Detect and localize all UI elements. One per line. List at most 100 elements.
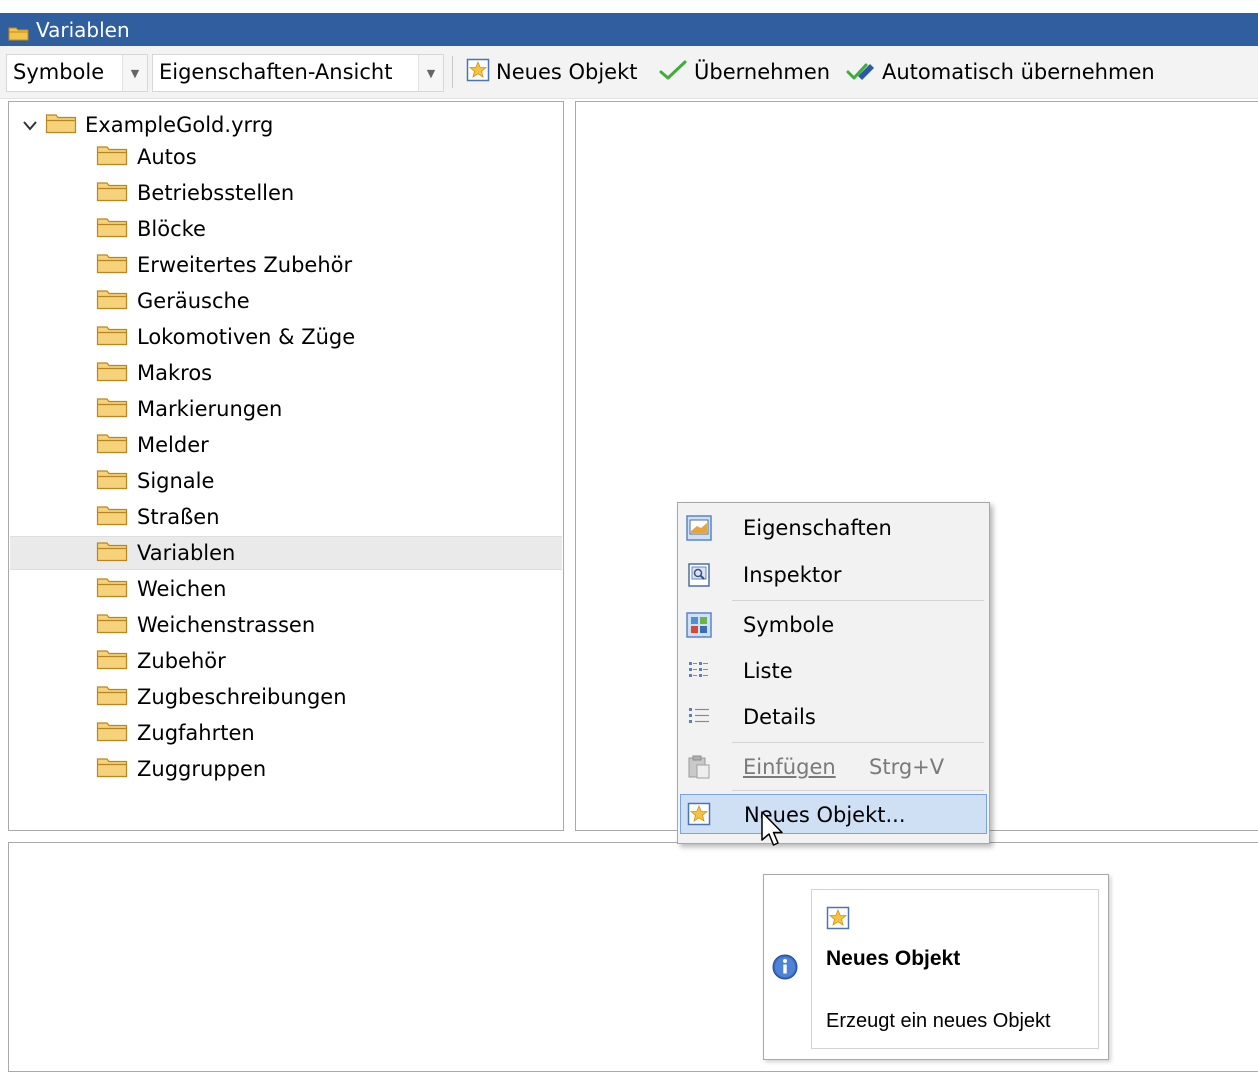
tree-item-bloecke[interactable]: Blöcke xyxy=(10,212,562,246)
tree-pane: ExampleGold.yrrg Autos Betriebsstellen B… xyxy=(8,101,564,831)
folder-icon xyxy=(96,288,128,315)
tree-item-zugbeschreibungen[interactable]: Zugbeschreibungen xyxy=(10,680,562,714)
auto-apply-label: Automatisch übernehmen xyxy=(882,60,1155,84)
menu-item-shortcut: Strg+V xyxy=(869,755,945,779)
menu-item-label: Details xyxy=(743,705,816,729)
chevron-down-icon[interactable]: ▼ xyxy=(122,55,147,91)
tree-item-label: Blöcke xyxy=(137,217,206,241)
tree-item-label: Erweitertes Zubehör xyxy=(137,253,353,277)
tree-item-label: Markierungen xyxy=(137,397,283,421)
tree-item-label: Variablen xyxy=(137,541,236,565)
window-title: Variablen xyxy=(36,18,130,42)
properties-icon xyxy=(686,515,712,541)
folder-icon xyxy=(96,144,128,171)
chevron-down-icon[interactable] xyxy=(23,116,45,135)
toolbar-separator xyxy=(452,56,453,88)
top-strip xyxy=(0,0,1258,13)
toolbar: Symbole ▼ Eigenschaften-Ansicht ▼ Neues … xyxy=(0,46,1258,99)
tree-item-label: Zuggruppen xyxy=(137,757,267,781)
tree-item-label: Betriebsstellen xyxy=(137,181,295,205)
tree-item-makros[interactable]: Makros xyxy=(10,356,562,390)
checkmark-icon xyxy=(658,58,688,87)
tree-item-label: Signale xyxy=(137,469,215,493)
folder-icon xyxy=(96,432,128,459)
tree-item-label: Weichenstrassen xyxy=(137,613,316,637)
folder-window-icon xyxy=(8,22,30,46)
tree-item-weichen[interactable]: Weichen xyxy=(10,572,562,606)
info-icon xyxy=(771,953,799,985)
tree-item-markierungen[interactable]: Markierungen xyxy=(10,392,562,426)
tree-item-betriebsstellen[interactable]: Betriebsstellen xyxy=(10,176,562,210)
view-combo-value: Symbole xyxy=(13,60,105,84)
tree-item-label: Lokomotiven & Züge xyxy=(137,325,356,349)
tree-item-zugfahrten[interactable]: Zugfahrten xyxy=(10,716,562,750)
menu-item-new-object[interactable]: Neues Objekt... xyxy=(680,794,987,834)
menu-item-inspector[interactable]: Inspektor xyxy=(680,555,987,595)
folder-icon xyxy=(96,252,128,279)
mouse-cursor-icon xyxy=(760,810,786,852)
menu-separator xyxy=(732,742,984,743)
menu-item-details[interactable]: Details xyxy=(680,697,987,737)
apply-label: Übernehmen xyxy=(694,60,831,84)
tree-item-label: Geräusche xyxy=(137,289,250,313)
folder-icon xyxy=(96,180,128,207)
folder-icon xyxy=(96,504,128,531)
tooltip-body: Neues Objekt Erzeugt ein neues Objekt xyxy=(811,889,1099,1049)
menu-item-label: Liste xyxy=(743,659,793,683)
folder-icon xyxy=(96,684,128,711)
tree-item-label: Weichen xyxy=(137,577,227,601)
tooltip-description: Erzeugt ein neues Objekt xyxy=(826,1010,1051,1032)
folder-icon xyxy=(96,576,128,603)
menu-item-label: Symbole xyxy=(743,613,835,637)
folder-icon xyxy=(96,540,128,567)
menu-item-label: Inspektor xyxy=(743,563,842,587)
apply-button[interactable]: Übernehmen xyxy=(658,57,830,87)
paste-icon xyxy=(686,754,710,779)
details-view-icon xyxy=(686,704,710,728)
tree-item-label: Zubehör xyxy=(137,649,226,673)
folder-icon xyxy=(96,720,128,747)
menu-item-paste[interactable]: Einfügen Strg+V xyxy=(680,747,987,787)
auto-apply-icon xyxy=(846,58,876,87)
view-combo[interactable]: Symbole ▼ xyxy=(6,54,148,92)
list-view-icon xyxy=(686,658,710,682)
menu-item-list[interactable]: Liste xyxy=(680,651,987,691)
tree-item-zubehoer[interactable]: Zubehör xyxy=(10,644,562,678)
tree-item-erweitertes-zubehoer[interactable]: Erweitertes Zubehör xyxy=(10,248,562,282)
tree-item-strassen[interactable]: Straßen xyxy=(10,500,562,534)
tree-item-label: Makros xyxy=(137,361,213,385)
auto-apply-button[interactable]: Automatisch übernehmen xyxy=(846,57,1155,87)
menu-item-label: Eigenschaften xyxy=(743,516,892,540)
tree-item-label: Melder xyxy=(137,433,209,457)
folder-icon xyxy=(45,112,77,139)
paste-label: Einfügen xyxy=(743,755,836,779)
folder-icon xyxy=(96,612,128,639)
star-icon xyxy=(826,906,850,934)
tree-item-lokomotiven[interactable]: Lokomotiven & Züge xyxy=(10,320,562,354)
window-titlebar: Variablen xyxy=(0,13,1258,46)
mode-combo[interactable]: Eigenschaften-Ansicht ▼ xyxy=(152,54,444,92)
folder-icon xyxy=(96,648,128,675)
menu-separator xyxy=(732,600,984,601)
tree-item-signale[interactable]: Signale xyxy=(10,464,562,498)
menu-item-properties[interactable]: Eigenschaften xyxy=(680,508,987,548)
tooltip-title: Neues Objekt xyxy=(826,947,961,970)
menu-item-label: Einfügen xyxy=(743,755,836,779)
tree-item-variablen[interactable]: Variablen xyxy=(10,536,562,570)
tree-item-autos[interactable]: Autos xyxy=(10,140,562,174)
tree-item-label: Zugbeschreibungen xyxy=(137,685,347,709)
tree-item-geraeusche[interactable]: Geräusche xyxy=(10,284,562,318)
tree-item-melder[interactable]: Melder xyxy=(10,428,562,462)
tree-item-weichenstrassen[interactable]: Weichenstrassen xyxy=(10,608,562,642)
folder-icon xyxy=(96,360,128,387)
new-object-button[interactable]: Neues Objekt xyxy=(466,57,637,87)
folder-icon xyxy=(96,396,128,423)
mode-combo-value: Eigenschaften-Ansicht xyxy=(159,60,393,84)
tree-item-label: Straßen xyxy=(137,505,220,529)
tree-root[interactable]: ExampleGold.yrrg xyxy=(23,112,273,138)
menu-item-symbols[interactable]: Symbole xyxy=(680,605,987,645)
tree-item-zuggruppen[interactable]: Zuggruppen xyxy=(10,752,562,786)
folder-icon xyxy=(96,756,128,783)
chevron-down-icon[interactable]: ▼ xyxy=(418,55,443,91)
new-object-label: Neues Objekt xyxy=(496,60,638,84)
